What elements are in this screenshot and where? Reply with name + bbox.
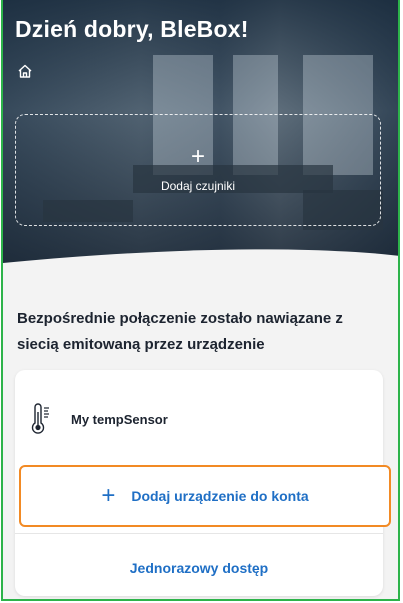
home-icon[interactable] [17, 63, 33, 79]
add-device-to-account-button[interactable]: + Dodaj urządzenie do konta [19, 465, 391, 527]
connection-message: Bezpośrednie połączenie zostało nawiązan… [17, 310, 343, 353]
app-screen: Dzień dobry, BleBox! + Dodaj czujniki Be… [1, 0, 400, 601]
device-name: My tempSensor [71, 412, 168, 427]
header-banner: Dzień dobry, BleBox! + Dodaj czujniki [3, 0, 398, 278]
greeting-title: Dzień dobry, BleBox! [15, 16, 249, 42]
device-row[interactable]: My tempSensor [15, 370, 383, 462]
add-sensors-button[interactable]: + Dodaj czujniki [15, 114, 381, 226]
divider [15, 533, 383, 534]
plus-icon: + [190, 143, 205, 170]
one-time-access-button[interactable]: Jednorazowy dostęp [15, 560, 383, 576]
thermometer-icon [31, 403, 49, 434]
add-device-label: Dodaj urządzenie do konta [131, 488, 309, 504]
plus-icon: + [101, 482, 116, 509]
add-sensors-label: Dodaj czujniki [160, 179, 236, 193]
